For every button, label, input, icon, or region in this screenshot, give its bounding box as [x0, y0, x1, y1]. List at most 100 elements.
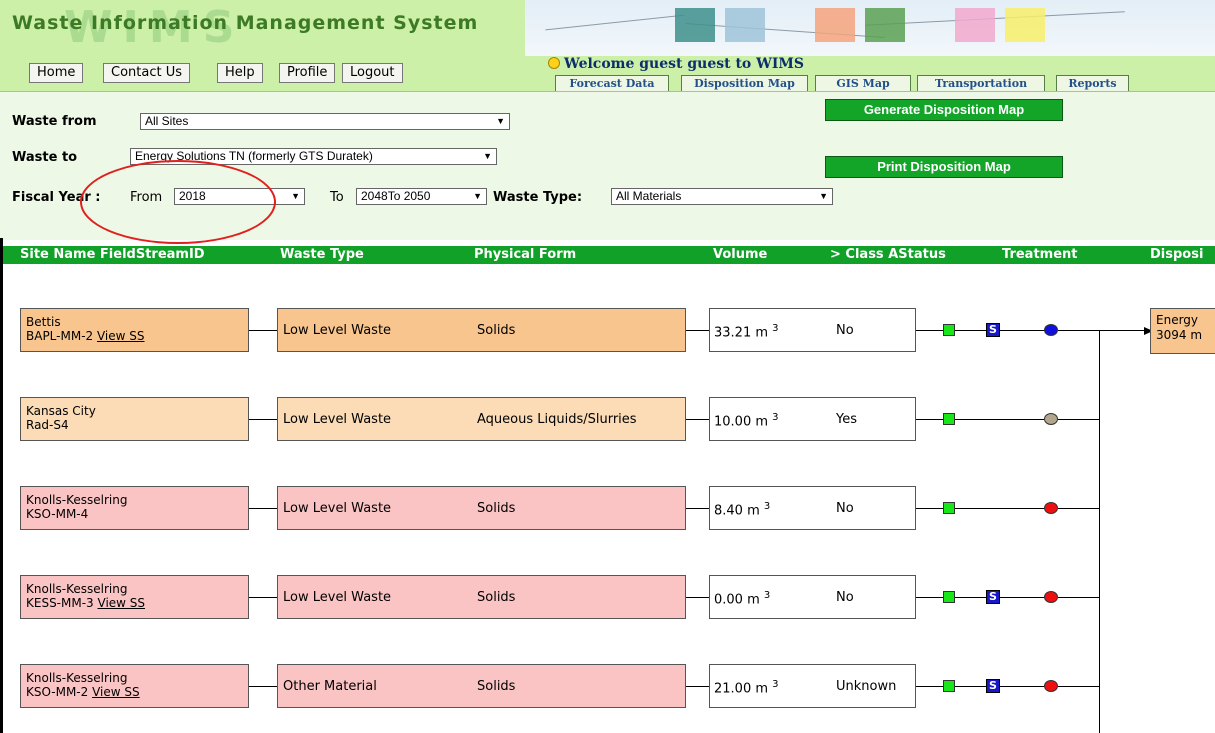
- connector-line: [1058, 330, 1099, 331]
- volume-value: 33.21 m: [714, 325, 769, 341]
- site-stream-line: BAPL-MM-2 View SS: [26, 329, 248, 343]
- waste-type-value: All Materials: [616, 189, 682, 203]
- volume-exponent: 3: [772, 323, 779, 334]
- nav-help-button[interactable]: Help: [217, 63, 263, 83]
- waste-box[interactable]: Low Level Waste Solids: [277, 486, 686, 530]
- col-header-disposition: Disposi: [1150, 247, 1204, 262]
- stream-id: KSO-MM-4: [26, 507, 89, 521]
- s-marker-icon[interactable]: S: [986, 679, 1000, 693]
- waste-type-cell: Low Level Waste: [283, 412, 392, 427]
- waste-type-label: Waste Type:: [493, 190, 583, 205]
- stream-id: KESS-MM-3: [26, 596, 94, 610]
- volume-box[interactable]: 10.00 m 3 Yes: [709, 397, 916, 441]
- connector-line: [1058, 597, 1099, 598]
- dropdown-arrow-icon: ▼: [291, 191, 300, 201]
- connector-line: [249, 686, 277, 687]
- annotation-ellipse: [80, 160, 276, 244]
- col-header-waste-type: Waste Type: [280, 247, 364, 262]
- physical-form-cell: Aqueous Liquids/Slurries: [477, 412, 637, 427]
- connector-line: [686, 330, 709, 331]
- stream-id: KSO-MM-2: [26, 685, 89, 699]
- connector-line: [1058, 686, 1099, 687]
- volume-box[interactable]: 33.21 m 3 No: [709, 308, 916, 352]
- class-a-status-cell: Yes: [836, 412, 857, 427]
- connector-line: [686, 419, 709, 420]
- waste-from-label: Waste from: [12, 114, 97, 129]
- site-box[interactable]: Bettis BAPL-MM-2 View SS: [20, 308, 249, 352]
- tab-transportation[interactable]: Transportation: [917, 75, 1045, 91]
- site-box[interactable]: Knolls-Kesselring KSO-MM-4: [20, 486, 249, 530]
- connector-line: [1058, 419, 1099, 420]
- volume-cell: 33.21 m 3: [714, 323, 779, 340]
- stream-id: Rad-S4: [26, 418, 69, 432]
- site-box[interactable]: Knolls-Kesselring KESS-MM-3 View SS: [20, 575, 249, 619]
- class-a-status-cell: No: [836, 501, 854, 516]
- treatment-dot-icon[interactable]: [1044, 502, 1058, 514]
- class-a-status-cell: No: [836, 590, 854, 605]
- site-box[interactable]: Knolls-Kesselring KSO-MM-2 View SS: [20, 664, 249, 708]
- destination-box[interactable]: Energy 3094 m: [1150, 308, 1215, 354]
- dropdown-arrow-icon: ▼: [483, 151, 492, 161]
- volume-exponent: 3: [763, 501, 771, 512]
- collector-line: [1099, 330, 1100, 733]
- waste-box[interactable]: Low Level Waste Aqueous Liquids/Slurries: [277, 397, 686, 441]
- nav-home-button[interactable]: Home: [29, 63, 84, 83]
- volume-value: 8.40 m: [714, 503, 760, 519]
- treatment-dot-icon[interactable]: [1044, 413, 1058, 425]
- page-left-border: [0, 238, 3, 733]
- treatment-dot-icon[interactable]: [1044, 591, 1058, 603]
- stream-id: BAPL-MM-2: [26, 329, 94, 343]
- volume-value: 10.00 m: [714, 414, 769, 430]
- treatment-dot-icon[interactable]: [1044, 324, 1058, 336]
- col-header-site: Site Name FieldStreamID: [20, 247, 205, 262]
- waste-from-select[interactable]: All Sites ▼: [140, 113, 510, 130]
- waste-box[interactable]: Low Level Waste Solids: [277, 575, 686, 619]
- destination-name: Energy: [1156, 313, 1199, 327]
- site-stream-line: KESS-MM-3 View SS: [26, 596, 248, 610]
- nav-contact-button[interactable]: Contact Us: [103, 63, 190, 83]
- to-label: To: [330, 190, 344, 205]
- status-indicator-icon: [943, 680, 955, 692]
- volume-cell: 0.00 m 3: [714, 590, 770, 607]
- waste-box[interactable]: Low Level Waste Solids: [277, 308, 686, 352]
- waste-type-select[interactable]: All Materials ▼: [611, 188, 833, 205]
- site-stream-line: KSO-MM-4: [26, 507, 248, 521]
- volume-cell: 21.00 m 3: [714, 679, 779, 696]
- treatment-line: [916, 330, 1046, 331]
- nav-profile-button[interactable]: Profile: [279, 63, 336, 83]
- tab-forecast-data[interactable]: Forecast Data: [555, 75, 669, 91]
- nav-logout-button[interactable]: Logout: [342, 63, 403, 83]
- s-marker-icon[interactable]: S: [986, 590, 1000, 604]
- to-year-select[interactable]: 2048To 2050 ▼: [356, 188, 487, 205]
- volume-box[interactable]: 21.00 m 3 Unknown: [709, 664, 916, 708]
- waste-type-cell: Other Material: [283, 679, 377, 694]
- s-marker-icon[interactable]: S: [986, 323, 1000, 337]
- volume-box[interactable]: 0.00 m 3 No: [709, 575, 916, 619]
- status-indicator-icon: [943, 413, 955, 425]
- col-header-volume: Volume: [713, 247, 768, 262]
- print-disposition-map-button[interactable]: Print Disposition Map: [825, 156, 1063, 178]
- site-box[interactable]: Kansas City Rad-S4: [20, 397, 249, 441]
- physical-form-cell: Solids: [477, 590, 516, 605]
- welcome-message: Welcome guest guest to WIMS: [548, 56, 804, 72]
- view-ss-link[interactable]: View SS: [97, 329, 145, 343]
- treatment-line: [916, 419, 1044, 420]
- volume-box[interactable]: 8.40 m 3 No: [709, 486, 916, 530]
- view-ss-link[interactable]: View SS: [98, 596, 146, 610]
- connector-line: [249, 330, 277, 331]
- connector-line: [686, 686, 709, 687]
- generate-disposition-map-button[interactable]: Generate Disposition Map: [825, 99, 1063, 121]
- view-ss-link[interactable]: View SS: [92, 685, 140, 699]
- treatment-dot-icon[interactable]: [1044, 680, 1058, 692]
- connector-line: [249, 508, 277, 509]
- waste-from-value: All Sites: [145, 114, 189, 128]
- waste-box[interactable]: Other Material Solids: [277, 664, 686, 708]
- connector-line: [686, 597, 709, 598]
- tab-gis-map[interactable]: GIS Map: [815, 75, 911, 91]
- status-indicator-icon: [943, 502, 955, 514]
- tab-disposition-map[interactable]: Disposition Map: [681, 75, 808, 91]
- tab-reports[interactable]: Reports: [1056, 75, 1129, 91]
- physical-form-cell: Solids: [477, 501, 516, 516]
- class-a-status-cell: Unknown: [836, 679, 897, 694]
- site-name: Kansas City: [26, 404, 96, 418]
